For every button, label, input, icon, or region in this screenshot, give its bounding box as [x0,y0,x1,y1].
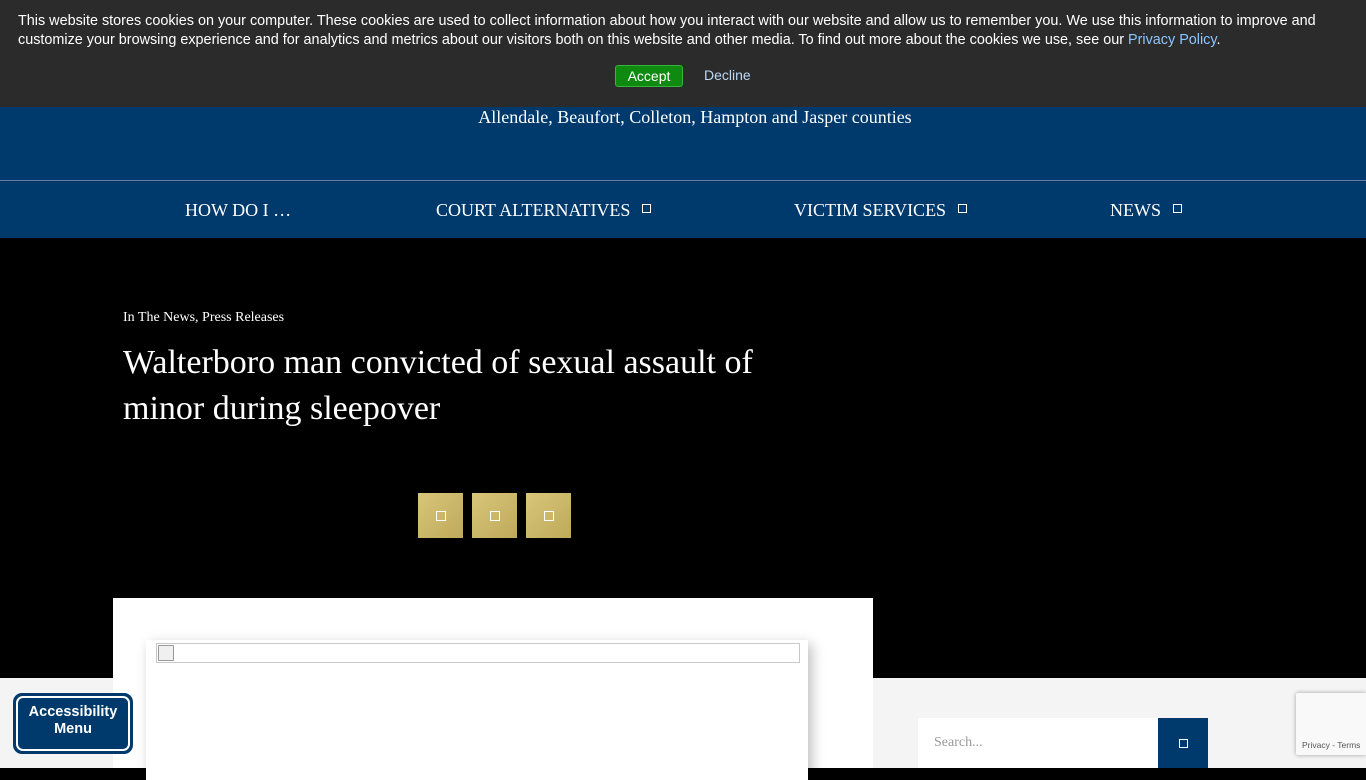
article-categories[interactable]: In The News, Press Releases [123,310,284,326]
share-icon [490,511,500,521]
article-card [113,598,873,780]
decline-cookies-button[interactable]: Decline [704,67,751,83]
nav-item-victim-services[interactable]: VICTIM SERVICES [794,200,968,221]
recaptcha-links: Privacy - Terms [1302,740,1360,750]
recaptcha-badge: Privacy - Terms [1296,693,1366,755]
privacy-policy-link[interactable]: Privacy Policy [1128,32,1217,48]
accept-cookies-button[interactable]: Accept [615,65,683,87]
nav-item-label: NEWS [1110,200,1161,220]
nav-item-how-do-i[interactable]: HOW DO I … [185,200,291,221]
dropdown-icon [958,204,968,213]
nav-item-label: HOW DO I … [185,200,292,220]
nav-item-label: VICTIM SERVICES [794,200,947,220]
main-nav: HOW DO I … COURT ALTERNATIVES VICTIM SER… [0,180,1366,238]
header-counties: Allendale, Beaufort, Colleton, Hampton a… [478,107,912,127]
share-button[interactable] [472,493,517,538]
recaptcha-privacy-link[interactable]: Privacy [1302,740,1330,750]
share-icon [436,511,446,521]
accessibility-label-line2: Menu [54,721,92,737]
search-icon [1179,739,1188,748]
search-button[interactable] [1158,718,1208,768]
share-icon [544,511,554,521]
cookie-message: This website stores cookies on your comp… [18,12,1353,49]
nav-item-label: COURT ALTERNATIVES [436,200,631,220]
article-title: Walterboro man convicted of sexual assau… [123,344,753,427]
cookie-message-text: This website stores cookies on your comp… [18,13,1316,48]
cookie-banner: This website stores cookies on your comp… [0,0,1366,107]
share-button[interactable] [526,493,571,538]
recaptcha-terms-link[interactable]: Terms [1337,740,1360,750]
cookie-message-period: . [1216,31,1221,48]
dropdown-icon [642,204,652,213]
dropdown-icon [1173,204,1182,213]
nav-item-news[interactable]: NEWS [1110,200,1182,221]
accessibility-menu-button[interactable]: Accessibility Menu [13,693,133,754]
accessibility-menu-label: Accessibility Menu [16,696,130,751]
accessibility-label-line1: Accessibility [28,704,118,720]
broken-image-icon [158,645,174,661]
article-image [156,643,800,663]
nav-item-court-alternatives[interactable]: COURT ALTERNATIVES [436,200,652,221]
share-button[interactable] [418,493,463,538]
search-input[interactable] [918,718,1158,768]
